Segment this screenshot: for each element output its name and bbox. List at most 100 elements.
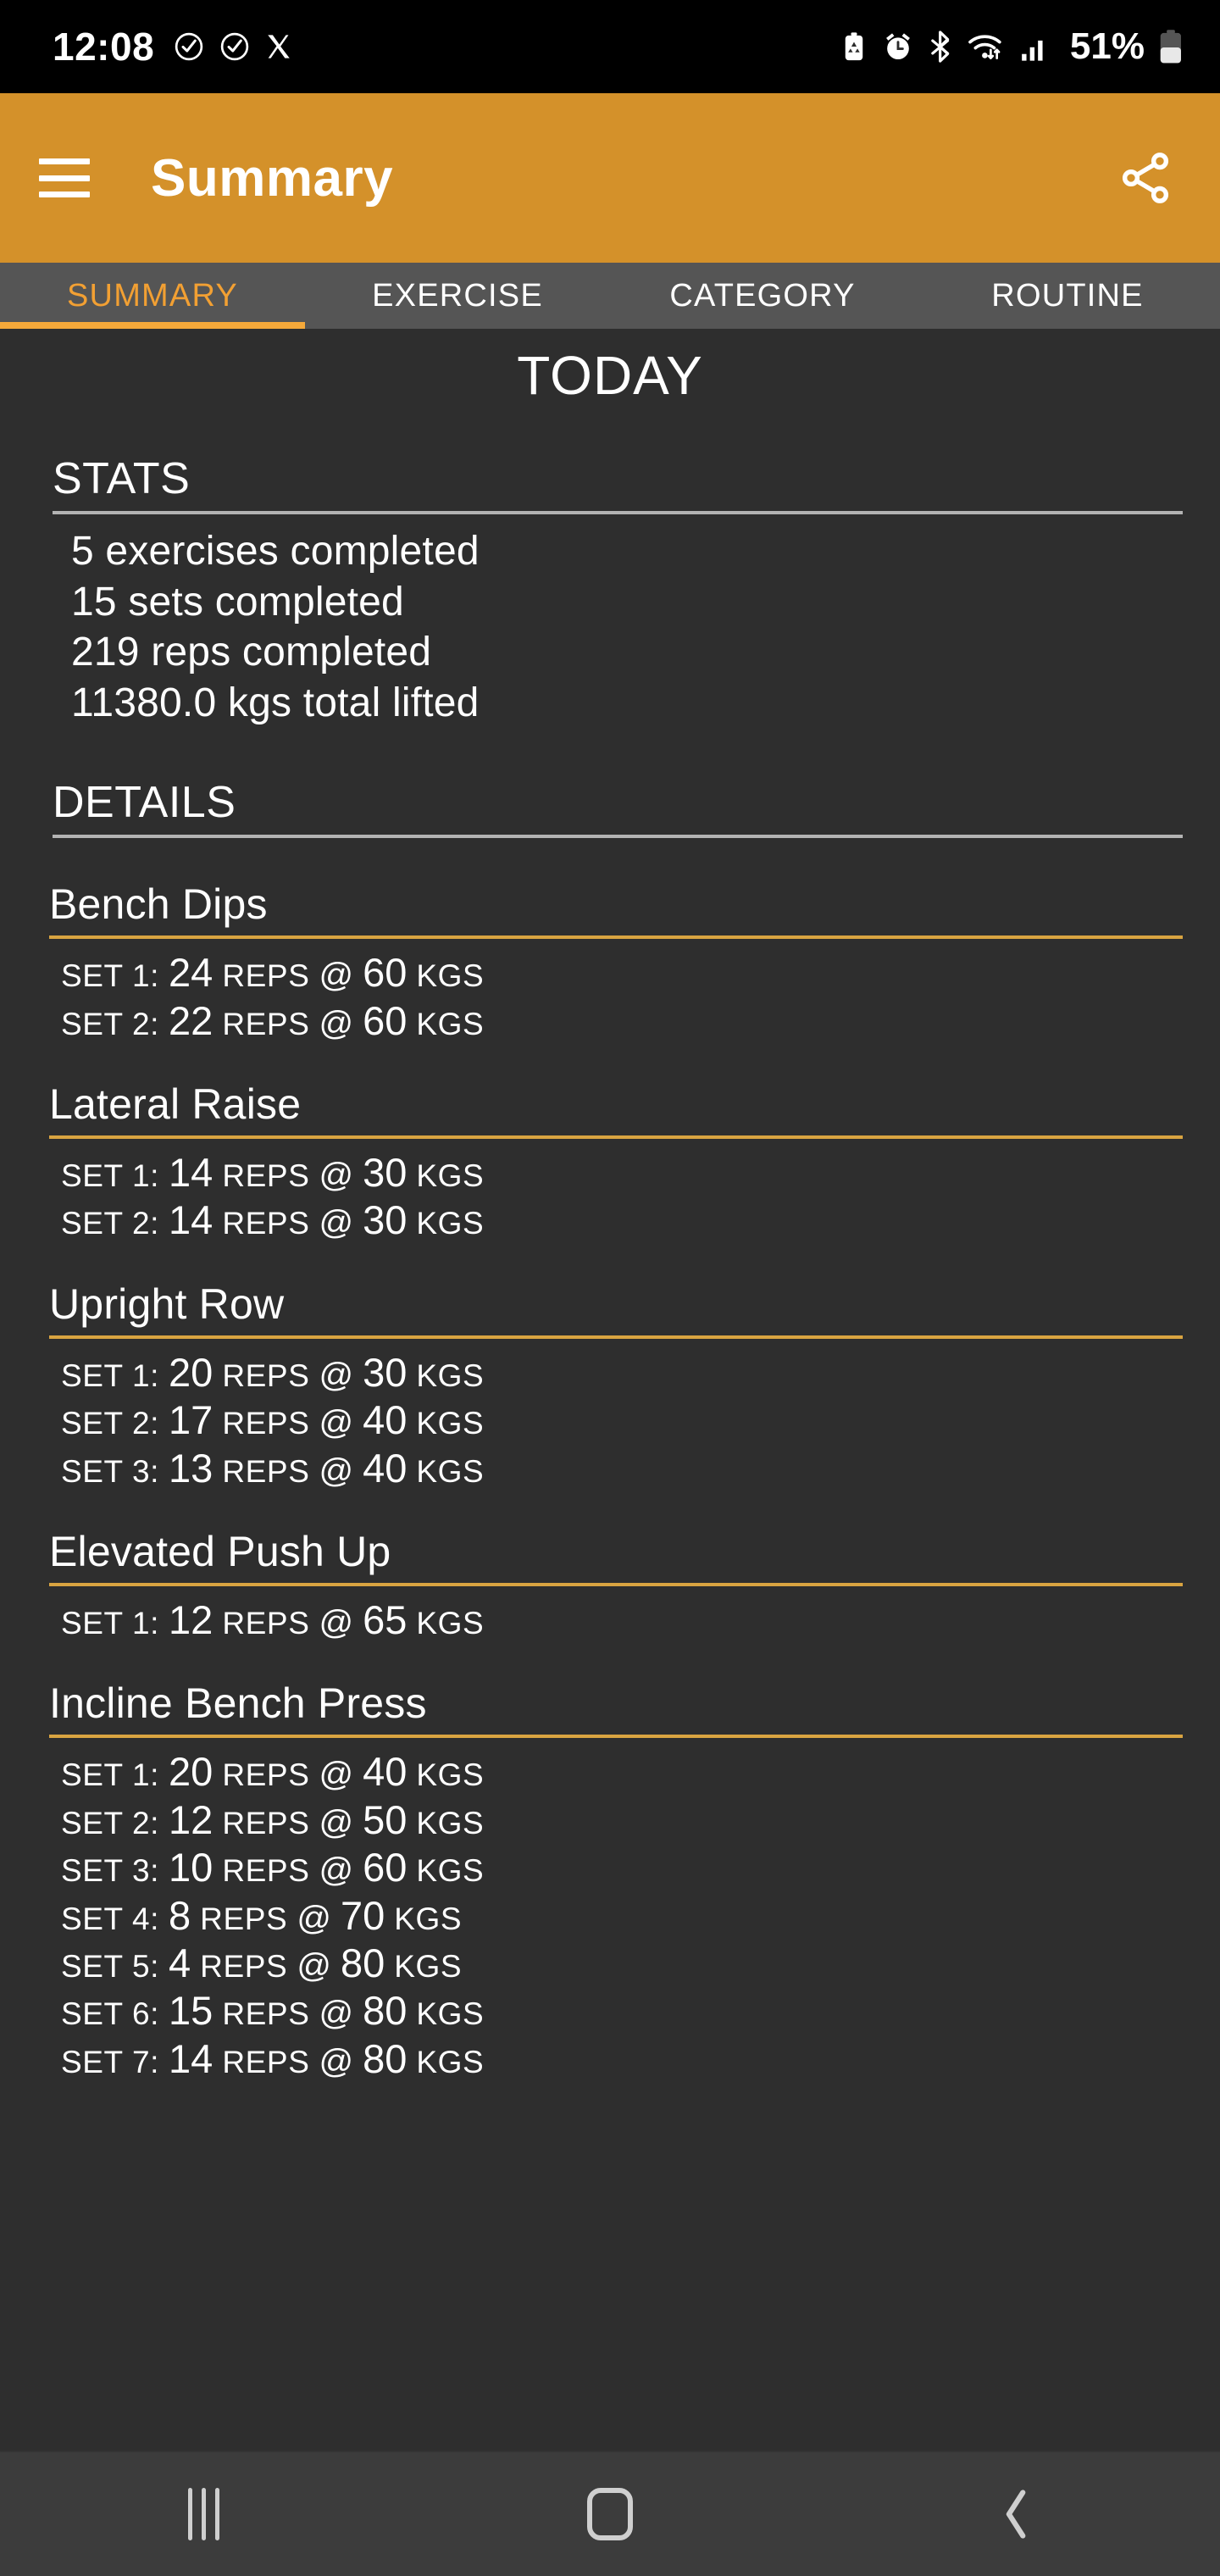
set-list: SET 1: 12 REPS @65 KGS bbox=[49, 1586, 1183, 1644]
exercise-block[interactable]: Bench Dips SET 1: 24 REPS @60 KGS SET 2: 22 REPS… bbox=[49, 845, 1183, 1045]
set-index-label: SET 1: bbox=[61, 1757, 160, 1793]
set-reps-unit: REPS bbox=[222, 1406, 310, 1441]
set-weight-value: 80 bbox=[340, 1940, 385, 1985]
set-weight-unit: KGS bbox=[416, 1605, 485, 1641]
set-at-symbol: @ bbox=[319, 1404, 354, 1442]
set-row: SET 2: 17 REPS @40 KGS bbox=[61, 1396, 1183, 1444]
hamburger-menu-icon[interactable] bbox=[39, 158, 90, 197]
exercise-name: Lateral Raise bbox=[49, 1080, 302, 1129]
set-weight-value: 80 bbox=[363, 2035, 408, 2081]
set-index-label: SET 2: bbox=[61, 1406, 160, 1441]
exercise-name: Upright Row bbox=[49, 1280, 285, 1328]
set-index-label: SET 2: bbox=[61, 1006, 160, 1041]
tab-category[interactable]: CATEGORY bbox=[610, 263, 915, 329]
hamburger-bar bbox=[39, 158, 90, 164]
set-weight-value: 40 bbox=[363, 1749, 408, 1795]
set-reps-unit: REPS bbox=[222, 2044, 310, 2079]
recents-bar bbox=[214, 2488, 219, 2540]
stat-line: 15 sets completed bbox=[71, 579, 404, 625]
exercise-name: Elevated Push Up bbox=[49, 1527, 391, 1575]
tab-summary[interactable]: SUMMARY bbox=[0, 263, 305, 329]
set-at-symbol: @ bbox=[319, 957, 354, 995]
tab-routine[interactable]: ROUTINE bbox=[915, 263, 1220, 329]
stat-line: 5 exercises completed bbox=[71, 529, 480, 575]
set-row: SET 4: 8 REPS @70 KGS bbox=[61, 1892, 1183, 1940]
set-index-label: SET 1: bbox=[61, 1605, 160, 1641]
status-bar: 12:08 51% bbox=[0, 0, 1220, 93]
set-list: SET 1: 20 REPS @40 KGS SET 2: 12 REPS @50 KGS SET … bbox=[49, 1738, 1183, 2083]
set-reps-value: 24 bbox=[169, 950, 214, 996]
set-row: SET 3: 13 REPS @40 KGS bbox=[61, 1445, 1183, 1492]
recents-bar bbox=[201, 2488, 206, 2540]
set-at-symbol: @ bbox=[319, 1756, 354, 1794]
set-weight-value: 60 bbox=[363, 997, 408, 1043]
stat-line: 11380.0 kgs total lifted bbox=[71, 680, 480, 725]
recents-button[interactable] bbox=[123, 2451, 284, 2576]
set-row: SET 7: 14 REPS @80 KGS bbox=[61, 2035, 1183, 2083]
set-index-label: SET 7: bbox=[61, 2044, 160, 2079]
set-weight-value: 30 bbox=[363, 1150, 408, 1196]
set-reps-value: 14 bbox=[169, 1197, 214, 1243]
wifi-icon bbox=[968, 35, 1001, 59]
exercise-block[interactable]: Upright Row SET 1: 20 REPS @30 KGS SET 2: 17 REP… bbox=[49, 1245, 1183, 1492]
set-weight-unit: KGS bbox=[394, 1948, 463, 1984]
summary-content[interactable]: TODAY STATS 5 exercises completed 15 set… bbox=[0, 329, 1220, 2451]
stat-line: 219 reps completed bbox=[71, 630, 432, 675]
set-reps-value: 12 bbox=[169, 1596, 214, 1642]
exercise-block[interactable]: Elevated Push Up SET 1: 12 REPS @65 KGS bbox=[49, 1492, 1183, 1644]
set-index-label: SET 4: bbox=[61, 1901, 160, 1936]
stats-section: STATS bbox=[53, 404, 1183, 515]
set-index-label: SET 1: bbox=[61, 1158, 160, 1194]
set-reps-value: 8 bbox=[169, 1892, 191, 1938]
set-index-label: SET 1: bbox=[61, 958, 160, 994]
status-bar-system-icons: 51% bbox=[839, 25, 1184, 68]
set-at-symbol: @ bbox=[319, 1603, 354, 1641]
set-row: SET 1: 14 REPS @30 KGS bbox=[61, 1149, 1183, 1196]
status-bar-notification-icons bbox=[173, 31, 293, 63]
exercise-block[interactable]: Lateral Raise SET 1: 14 REPS @30 KGS SET 2: 14 R… bbox=[49, 1045, 1183, 1245]
set-reps-value: 20 bbox=[169, 1749, 214, 1795]
set-reps-value: 20 bbox=[169, 1349, 214, 1395]
set-reps-value: 14 bbox=[169, 1150, 214, 1196]
set-reps-value: 4 bbox=[169, 1940, 191, 1985]
set-index-label: SET 1: bbox=[61, 1357, 160, 1393]
check-circle-icon bbox=[220, 32, 249, 61]
exercise-list: Bench Dips SET 1: 24 REPS @60 KGS SET 2: 22 REPS… bbox=[0, 838, 1220, 2083]
set-weight-unit: KGS bbox=[416, 1158, 485, 1194]
exercise-block[interactable]: Incline Bench Press SET 1: 20 REPS @40 KGS SET… bbox=[49, 1644, 1183, 2083]
stats-heading: STATS bbox=[53, 454, 191, 504]
set-weight-value: 40 bbox=[363, 1445, 408, 1491]
set-weight-value: 65 bbox=[363, 1596, 408, 1642]
share-icon[interactable] bbox=[1117, 149, 1174, 207]
set-index-label: SET 2: bbox=[61, 1206, 160, 1241]
set-weight-unit: KGS bbox=[416, 2044, 485, 2079]
set-row: SET 2: 12 REPS @50 KGS bbox=[61, 1796, 1183, 1844]
recents-bar bbox=[187, 2488, 192, 2540]
set-row: SET 1: 20 REPS @30 KGS bbox=[61, 1349, 1183, 1396]
set-reps-value: 15 bbox=[169, 1988, 214, 2034]
x-twitter-icon bbox=[268, 35, 290, 58]
set-index-label: SET 2: bbox=[61, 1805, 160, 1840]
set-weight-value: 30 bbox=[363, 1197, 408, 1243]
set-reps-value: 10 bbox=[169, 1845, 214, 1890]
back-icon bbox=[1006, 2490, 1026, 2539]
set-row: SET 2: 14 REPS @30 KGS bbox=[61, 1196, 1183, 1244]
set-index-label: SET 3: bbox=[61, 1453, 160, 1489]
home-button[interactable] bbox=[530, 2451, 690, 2576]
set-at-symbol: @ bbox=[319, 1004, 354, 1042]
set-weight-value: 50 bbox=[363, 1796, 408, 1842]
set-row: SET 1: 20 REPS @40 KGS bbox=[61, 1748, 1183, 1796]
set-weight-unit: KGS bbox=[416, 1805, 485, 1840]
set-reps-value: 22 bbox=[169, 997, 214, 1043]
set-weight-value: 70 bbox=[340, 1892, 385, 1938]
set-at-symbol: @ bbox=[319, 1452, 354, 1490]
bluetooth-icon bbox=[931, 31, 950, 63]
set-list: SET 1: 20 REPS @30 KGS SET 2: 17 REPS @40 KGS SET … bbox=[49, 1339, 1183, 1492]
tab-exercise[interactable]: EXERCISE bbox=[305, 263, 610, 329]
set-at-symbol: @ bbox=[319, 1204, 354, 1242]
set-weight-value: 30 bbox=[363, 1349, 408, 1395]
set-weight-value: 80 bbox=[363, 1988, 408, 2034]
alarm-icon bbox=[885, 33, 910, 60]
back-button[interactable] bbox=[936, 2451, 1097, 2576]
set-weight-unit: KGS bbox=[416, 1853, 485, 1889]
